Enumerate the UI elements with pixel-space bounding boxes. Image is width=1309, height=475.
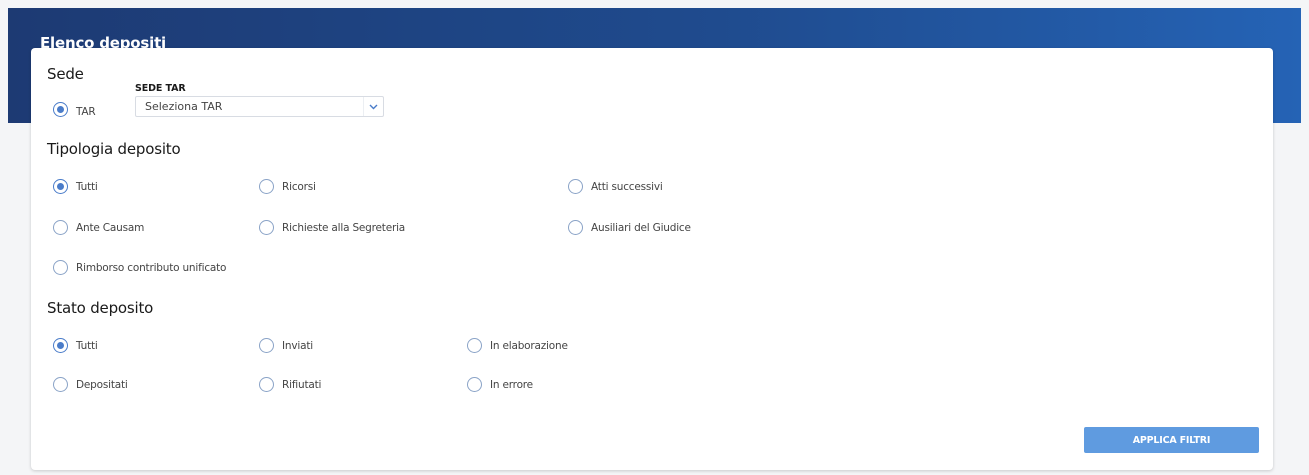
radio-indicator: [53, 179, 68, 194]
radio-label: Tutti: [76, 180, 98, 193]
sede-tar-label: SEDE TAR: [135, 83, 186, 94]
radio-indicator: [53, 377, 68, 392]
radio-label: Ricorsi: [282, 180, 316, 193]
radio-stato-rifiutati[interactable]: Rifiutati: [259, 377, 321, 392]
radio-tipologia-richieste-segreteria[interactable]: Richieste alla Segreteria: [259, 220, 405, 235]
radio-indicator: [467, 377, 482, 392]
radio-label: Tutti: [76, 339, 98, 352]
radio-label: Ausiliari del Giudice: [591, 221, 691, 234]
radio-label: Inviati: [282, 339, 313, 352]
radio-stato-in-elaborazione[interactable]: In elaborazione: [467, 338, 568, 353]
radio-indicator: [568, 179, 583, 194]
radio-tipologia-ausiliari-giudice[interactable]: Ausiliari del Giudice: [568, 220, 691, 235]
filter-card: Sede TAR SEDE TAR Seleziona TAR Tipologi…: [31, 48, 1273, 470]
radio-indicator: [259, 338, 274, 353]
radio-label: TAR: [76, 105, 96, 118]
radio-indicator: [53, 220, 68, 235]
stato-section-title: Stato deposito: [47, 299, 154, 317]
sede-section-title: Sede: [47, 65, 84, 83]
radio-stato-tutti[interactable]: Tutti: [53, 338, 98, 353]
radio-label: In elaborazione: [490, 339, 568, 352]
radio-label: Atti successivi: [591, 180, 663, 193]
radio-sede-tar[interactable]: TAR: [53, 102, 96, 118]
radio-indicator: [259, 220, 274, 235]
radio-label: Depositati: [76, 378, 128, 391]
chevron-down-icon: [363, 97, 383, 116]
radio-indicator: [259, 377, 274, 392]
radio-label: Ante Causam: [76, 221, 145, 234]
radio-indicator: [53, 338, 68, 353]
apply-filters-button[interactable]: APPLICA FILTRI: [1084, 427, 1259, 453]
radio-tipologia-ricorsi[interactable]: Ricorsi: [259, 179, 316, 194]
radio-indicator: [467, 338, 482, 353]
radio-tipologia-rimborso-contributo[interactable]: Rimborso contributo unificato: [53, 260, 226, 275]
radio-stato-depositati[interactable]: Depositati: [53, 377, 128, 392]
radio-indicator: [568, 220, 583, 235]
tipologia-section-title: Tipologia deposito: [47, 140, 181, 158]
radio-label: Rimborso contributo unificato: [76, 261, 227, 274]
radio-indicator: [259, 179, 274, 194]
radio-stato-inviati[interactable]: Inviati: [259, 338, 313, 353]
radio-tipologia-tutti[interactable]: Tutti: [53, 179, 98, 194]
radio-label: In errore: [490, 378, 533, 391]
radio-tipologia-ante-causam[interactable]: Ante Causam: [53, 220, 144, 235]
radio-label: Richieste alla Segreteria: [282, 221, 406, 234]
radio-selected-indicator: [53, 102, 68, 117]
sede-tar-select[interactable]: Seleziona TAR: [135, 96, 384, 117]
select-value: Seleziona TAR: [145, 100, 223, 113]
radio-stato-in-errore[interactable]: In errore: [467, 377, 533, 392]
radio-indicator: [53, 260, 68, 275]
radio-tipologia-atti-successivi[interactable]: Atti successivi: [568, 179, 663, 194]
radio-label: Rifiutati: [282, 378, 322, 391]
